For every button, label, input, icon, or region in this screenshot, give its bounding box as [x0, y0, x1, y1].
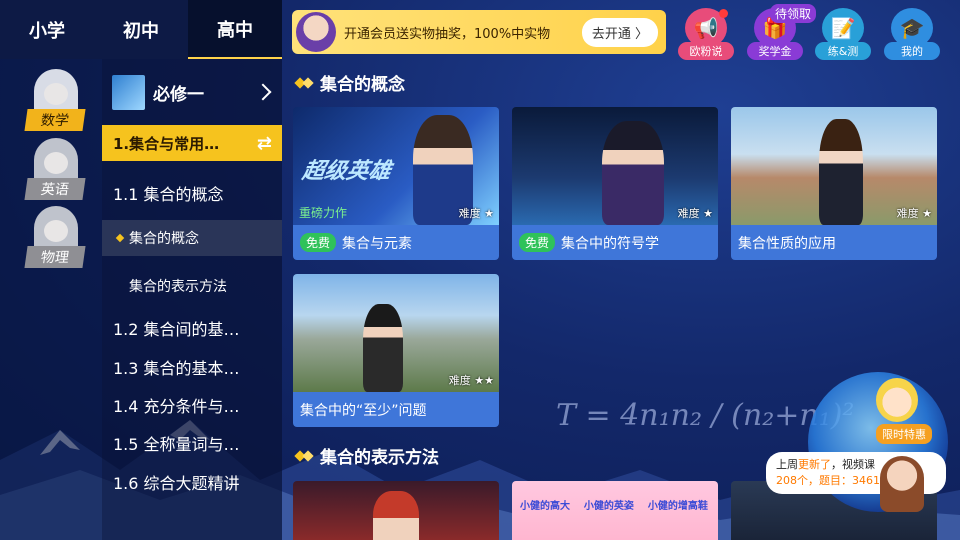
limited-offer-badge[interactable]: 限时特惠 [876, 424, 932, 444]
toc-item-current[interactable]: 集合的概念 [102, 220, 282, 256]
card-footer: 集合性质的应用 [731, 225, 937, 260]
promo-avatar-icon [296, 12, 336, 52]
subject-physics[interactable]: 物理 [24, 206, 86, 268]
video-card[interactable]: 超级英雄 重磅力作 难度 ★ 免费 集合与元素 [293, 107, 499, 260]
card-thumbnail: 难度 ★ [731, 107, 937, 225]
toc-chapter-label: 1.集合与常用… [113, 134, 220, 153]
promo-text: 开通会员送实物抽奖，100%中实物 [344, 26, 551, 42]
subject-label: 英语 [24, 178, 86, 200]
grade-tab-high[interactable]: 高中 [188, 0, 282, 59]
card-subtitle: 重磅力作 [299, 206, 348, 220]
toc-item[interactable]: 集合的表示方法 [102, 268, 282, 304]
card-title: 集合中的符号学 [561, 235, 660, 252]
video-card[interactable]: 难度 ★ 集合性质的应用 [731, 107, 937, 260]
difficulty-label: 难度 ★★ [448, 374, 494, 387]
toc-item[interactable]: 1.2 集合间的基… [102, 310, 282, 346]
bubble-stats: 208个，题目：3461 [776, 474, 880, 487]
subject-label: 物理 [24, 246, 86, 268]
subject-label: 数学 [24, 109, 86, 131]
section-title-representation: 集合的表示方法 [296, 443, 439, 468]
card-footer: 免费 集合与元素 [293, 225, 499, 260]
practice-test-label: 练&测 [815, 42, 871, 60]
toc-panel: 必修一 1.集合与常用… ⇄ 1.1 集合的概念 集合的概念 集合的表示方法 1… [102, 59, 282, 540]
grade-tab-primary[interactable]: 小学 [0, 0, 94, 59]
toc-item[interactable]: 1.6 综合大题精讲 [102, 464, 282, 500]
grade-tabs: 小学 初中 高中 [0, 0, 282, 59]
vip-promo-banner[interactable]: 开通会员送实物抽奖，100%中实物 去开通 〉 [292, 10, 666, 54]
diamond-icon [296, 77, 314, 89]
toc-item[interactable]: 1.1 集合的概念 [102, 175, 282, 211]
video-card[interactable] [293, 481, 499, 540]
character-illustration [373, 491, 419, 540]
card-title: 集合与元素 [342, 235, 413, 252]
book-title: 必修一 [153, 84, 204, 105]
chevron-right-icon [254, 83, 272, 101]
section-title-text: 集合的概念 [320, 75, 405, 95]
card-thumbnail: 超级英雄 重磅力作 难度 ★ [293, 107, 499, 225]
poster-title: 超级英雄 [300, 159, 393, 184]
toc-item[interactable]: 1.3 集合的基本… [102, 349, 282, 385]
card-title: 集合性质的应用 [738, 235, 836, 252]
toc-item[interactable]: 1.4 充分条件与… [102, 387, 282, 423]
book-selector[interactable]: 必修一 [112, 72, 277, 112]
subject-english[interactable]: 英语 [24, 138, 86, 200]
free-badge: 免费 [300, 233, 337, 252]
subject-math[interactable]: 数学 [24, 69, 86, 131]
card-title: 集合中的“至少”问题 [300, 402, 427, 419]
character-illustration [819, 119, 863, 225]
difficulty-label: 难度 ★ [896, 207, 932, 220]
card-thumbnail: 难度 ★ [512, 107, 718, 225]
bubble-suffix: ，视频课 [831, 458, 875, 471]
card-thumbnail: 难度 ★★ [293, 274, 499, 392]
difficulty-label: 难度 ★ [677, 207, 713, 220]
free-badge: 免费 [519, 233, 556, 252]
card-footer: 免费 集合中的符号学 [512, 225, 718, 260]
character-illustration [602, 121, 664, 225]
swap-icon[interactable]: ⇄ [257, 133, 272, 154]
bubble-prefix: 上周 [776, 458, 798, 471]
section-title-text: 集合的表示方法 [320, 448, 439, 468]
pending-badge: 待领取 [770, 4, 817, 23]
section-title-concept: 集合的概念 [296, 70, 405, 95]
video-card[interactable]: 小健的高大 小健的英姿 小健的增高鞋 [512, 481, 718, 540]
practice-test-button[interactable]: 📝 练&测 [813, 8, 873, 60]
video-card[interactable]: 难度 ★★ 集合中的“至少”问题 [293, 274, 499, 427]
bubble-highlight: 更新了 [798, 458, 831, 471]
fans-say-button[interactable]: 📢 欧粉说 [676, 8, 736, 60]
toc-item[interactable]: 1.5 全称量词与… [102, 425, 282, 461]
difficulty-label: 难度 ★ [458, 207, 494, 220]
my-profile-label: 我的 [884, 42, 940, 60]
toc-chapter-1[interactable]: 1.集合与常用… ⇄ [102, 125, 282, 161]
card-banner-text: 小健的高大 小健的英姿 小健的增高鞋 [520, 501, 708, 512]
card-footer: 集合中的“至少”问题 [293, 392, 499, 427]
mascot-girl-icon[interactable] [876, 378, 918, 422]
my-profile-button[interactable]: 🎓 我的 [882, 8, 942, 60]
mascot-boy-icon[interactable] [880, 456, 924, 512]
character-illustration [363, 304, 403, 392]
diamond-icon [296, 450, 314, 462]
scholarship-label: 奖学金 [747, 42, 803, 60]
grade-tab-middle[interactable]: 初中 [94, 0, 188, 59]
promo-open-button[interactable]: 去开通 〉 [581, 17, 658, 47]
subject-list: 数学 英语 物理 [0, 59, 102, 540]
notification-dot [719, 9, 728, 18]
fans-say-label: 欧粉说 [678, 42, 734, 60]
book-cover-icon [112, 74, 145, 110]
video-card[interactable]: 难度 ★ 免费 集合中的符号学 [512, 107, 718, 260]
